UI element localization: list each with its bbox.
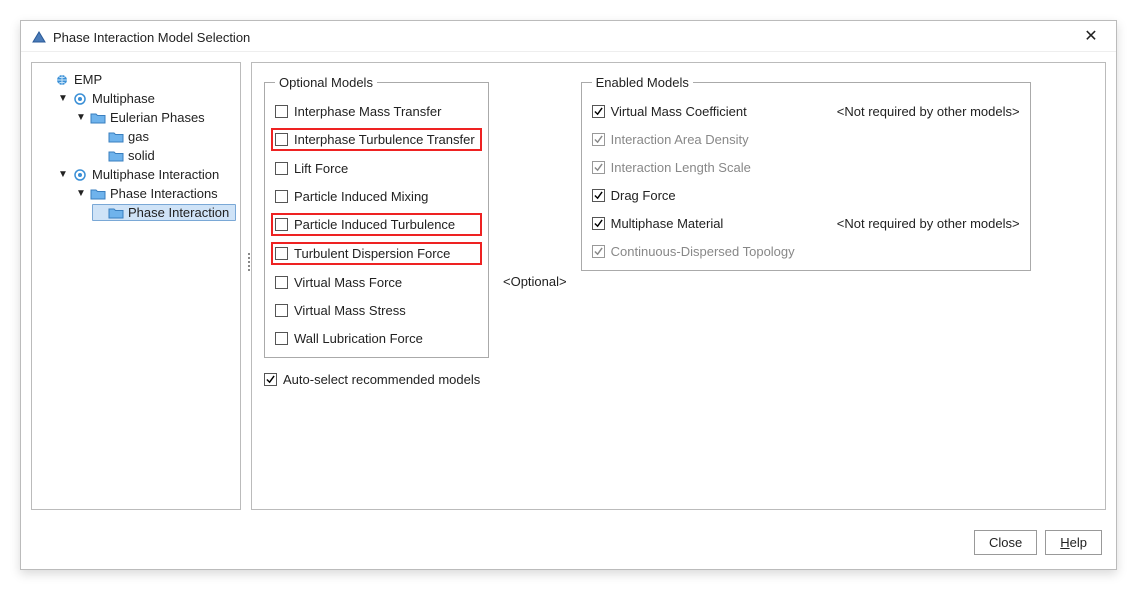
checkbox[interactable] (592, 105, 605, 118)
models-panel: Optional Models Interphase Mass Transfer… (251, 62, 1106, 510)
optional-model-label: Virtual Mass Stress (294, 303, 406, 318)
optional-models-group: Optional Models Interphase Mass Transfer… (264, 75, 489, 358)
optional-model-row: Virtual Mass Force (275, 273, 478, 291)
enabled-model-row: Continuous-Dispersed Topology (592, 242, 1020, 260)
optional-model-row: Wall Lubrication Force (275, 329, 478, 347)
checkbox[interactable] (275, 105, 288, 118)
checkbox[interactable] (275, 218, 288, 231)
enabled-models-group: Enabled Models Virtual Mass Coefficient … (581, 75, 1031, 271)
optional-model-row: Particle Induced Turbulence (271, 213, 482, 236)
tree-node-multiphase-interaction[interactable]: ▼ Multiphase Interaction (56, 166, 236, 183)
enabled-model-row: Multiphase Material <Not required by oth… (592, 214, 1020, 232)
target-icon (72, 168, 88, 182)
tree-label: solid (128, 148, 155, 163)
tree-panel: ▶ EMP ▼ Mult (31, 62, 241, 510)
tree-node-gas[interactable]: ▶ gas (92, 128, 236, 145)
checkbox[interactable] (275, 190, 288, 203)
tree-node-eulerian[interactable]: ▼ Eulerian Phases (74, 109, 236, 126)
tree-label: Eulerian Phases (110, 110, 205, 125)
expander-icon[interactable]: ▼ (76, 112, 86, 123)
optional-model-row: Lift Force (275, 159, 478, 177)
app-icon (31, 30, 47, 44)
enabled-model-row: Interaction Area Density (592, 130, 1020, 148)
splitter-handle[interactable] (248, 253, 250, 271)
close-button[interactable]: ✕ (1076, 29, 1106, 45)
tree-node-solid[interactable]: ▶ solid (92, 147, 236, 164)
dialog-window: Phase Interaction Model Selection ✕ ▶ EM… (20, 20, 1117, 570)
checkbox[interactable] (592, 189, 605, 202)
optional-model-label: Virtual Mass Force (294, 275, 402, 290)
enabled-model-label: Drag Force (611, 188, 676, 203)
optional-models-legend: Optional Models (275, 75, 377, 90)
optional-model-row: Interphase Mass Transfer (275, 102, 478, 120)
optional-model-row: Virtual Mass Stress (275, 301, 478, 319)
enabled-model-label: Multiphase Material (611, 216, 724, 231)
tree-node-phase-interactions[interactable]: ▼ Phase Interactions (74, 185, 236, 202)
window-title: Phase Interaction Model Selection (53, 30, 250, 45)
checkbox-disabled (592, 245, 605, 258)
optional-indicator: <Optional> (503, 274, 567, 289)
folder-icon (90, 111, 106, 125)
close-button[interactable]: Close (974, 530, 1037, 555)
help-button[interactable]: Help (1045, 530, 1102, 555)
tree-node-emp[interactable]: ▶ EMP (38, 71, 236, 88)
enabled-model-row: Virtual Mass Coefficient <Not required b… (592, 102, 1020, 120)
checkbox[interactable] (275, 332, 288, 345)
checkbox[interactable] (275, 247, 288, 260)
checkbox-disabled (592, 161, 605, 174)
checkbox[interactable] (275, 276, 288, 289)
checkbox[interactable] (592, 217, 605, 230)
enabled-models-legend: Enabled Models (592, 75, 693, 90)
folder-icon (108, 130, 124, 144)
auto-select-row: Auto-select recommended models (264, 372, 489, 387)
enabled-model-note: <Not required by other models> (837, 104, 1020, 119)
optional-model-label: Wall Lubrication Force (294, 331, 423, 346)
folder-icon (108, 206, 124, 220)
enabled-model-row: Interaction Length Scale (592, 158, 1020, 176)
optional-model-row: Particle Induced Mixing (275, 187, 478, 205)
tree-node-phase-interaction[interactable]: ▶ Phase Interaction (92, 204, 236, 221)
folder-icon (90, 187, 106, 201)
enabled-model-row: Drag Force (592, 186, 1020, 204)
optional-model-label: Interphase Mass Transfer (294, 104, 441, 119)
optional-model-row: Turbulent Dispersion Force (271, 242, 482, 265)
tree-label: Phase Interaction (128, 205, 229, 220)
enabled-model-label: Interaction Area Density (611, 132, 749, 147)
enabled-model-label: Interaction Length Scale (611, 160, 751, 175)
checkbox[interactable] (275, 304, 288, 317)
checkbox[interactable] (275, 162, 288, 175)
auto-select-label: Auto-select recommended models (283, 372, 480, 387)
content-area: ▶ EMP ▼ Mult (21, 52, 1116, 520)
tree-label: Phase Interactions (110, 186, 218, 201)
optional-model-label: Particle Induced Turbulence (294, 217, 455, 232)
tree-label: Multiphase (92, 91, 155, 106)
optional-model-label: Lift Force (294, 161, 348, 176)
tree-label: Multiphase Interaction (92, 167, 219, 182)
expander-icon[interactable]: ▼ (58, 169, 68, 180)
checkbox-auto-select[interactable] (264, 373, 277, 386)
expander-icon[interactable]: ▼ (76, 188, 86, 199)
enabled-model-note: <Not required by other models> (837, 216, 1020, 231)
checkbox-disabled (592, 133, 605, 146)
globe-icon (54, 73, 70, 87)
tree-label: gas (128, 129, 149, 144)
optional-model-label: Interphase Turbulence Transfer (294, 132, 475, 147)
tree-label: EMP (74, 72, 102, 87)
optional-model-label: Turbulent Dispersion Force (294, 246, 450, 261)
folder-icon (108, 149, 124, 163)
optional-model-label: Particle Induced Mixing (294, 189, 428, 204)
optional-model-row: Interphase Turbulence Transfer (271, 128, 482, 151)
enabled-model-label: Continuous-Dispersed Topology (611, 244, 795, 259)
tree-node-multiphase[interactable]: ▼ Multiphase (56, 90, 236, 107)
expander-icon[interactable]: ▼ (58, 93, 68, 104)
dialog-footer: Close Help (21, 520, 1116, 569)
enabled-model-label: Virtual Mass Coefficient (611, 104, 747, 119)
titlebar: Phase Interaction Model Selection ✕ (21, 21, 1116, 52)
target-icon (72, 92, 88, 106)
checkbox[interactable] (275, 133, 288, 146)
